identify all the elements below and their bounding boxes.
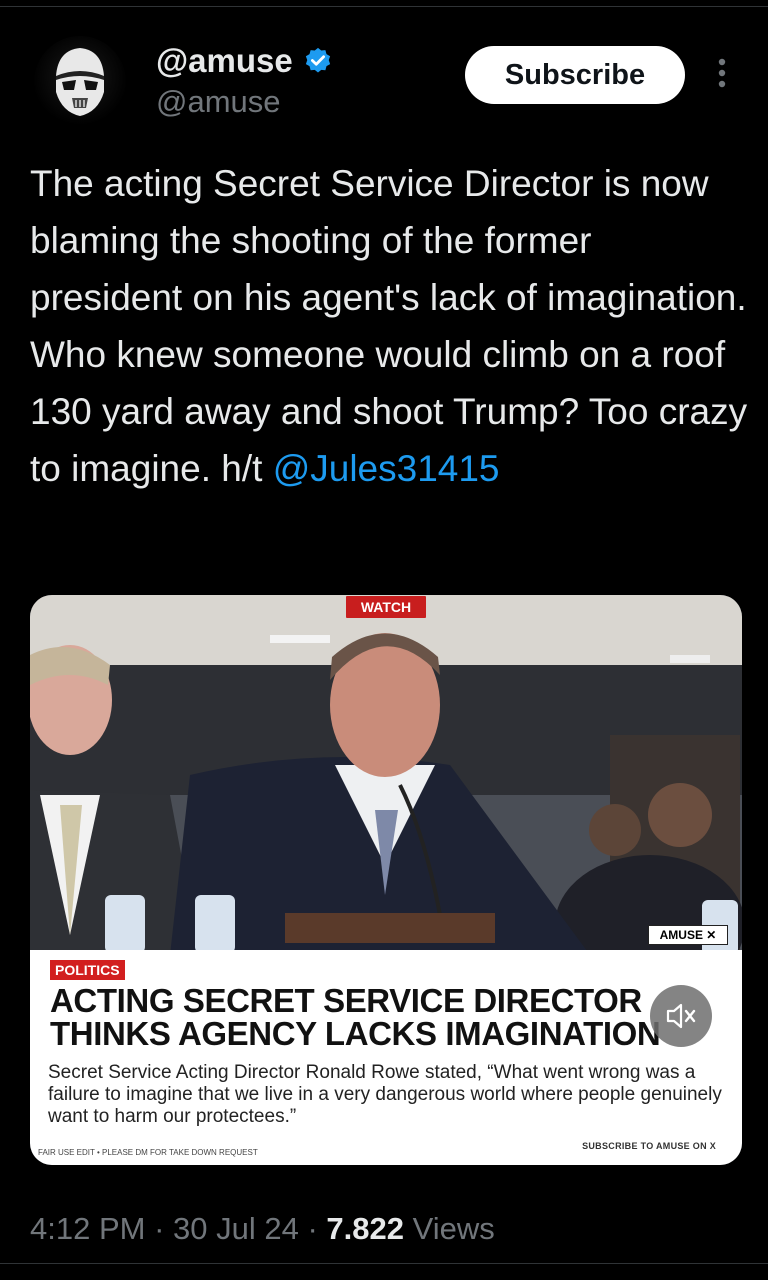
caption-panel: POLITICS ACTING SECRET SERVICE DIRECTOR …: [30, 950, 742, 1165]
top-divider: [0, 6, 768, 7]
avatar[interactable]: [34, 36, 126, 128]
fair-use-notice: FAIR USE EDIT • PLEASE DM FOR TAKE DOWN …: [38, 1148, 258, 1157]
watch-label: WATCH: [346, 596, 426, 618]
verified-badge-icon: [305, 47, 330, 73]
mention-link[interactable]: @Jules31415: [273, 448, 500, 489]
tweet-meta: 4:12 PM · 30 Jul 24 · 7.822 Views: [30, 1211, 495, 1247]
headline-line-1: ACTING SECRET SERVICE DIRECTOR: [50, 982, 642, 1019]
tweet-date[interactable]: 30 Jul 24: [173, 1211, 299, 1246]
media-body-text: Secret Service Acting Director Ronald Ro…: [48, 1062, 722, 1127]
subscribe-on-x-text: SUBSCRIBE TO AMUSE ON X: [582, 1141, 716, 1151]
author-display-name[interactable]: @amuse: [156, 42, 333, 80]
headline-line-2: THINKS AGENCY LACKS IMAGINATION: [50, 1015, 661, 1052]
stormtrooper-avatar-icon: [56, 48, 104, 116]
media-headline: ACTING SECRET SERVICE DIRECTOR THINKS AG…: [50, 984, 730, 1050]
tweet-time[interactable]: 4:12 PM: [30, 1211, 145, 1246]
meta-separator: ·: [307, 1211, 327, 1246]
bottom-divider: [0, 1263, 768, 1264]
author-handle[interactable]: @amuse: [156, 84, 281, 120]
tweet-text: The acting Secret Service Director is no…: [30, 155, 750, 497]
tweet-body: The acting Secret Service Director is no…: [30, 163, 748, 489]
x-logo-icon: ✕: [702, 928, 717, 942]
subscribe-button[interactable]: Subscribe: [465, 46, 685, 104]
amuse-badge-text: AMUSE: [659, 928, 703, 942]
views-count: 7.822: [326, 1211, 404, 1246]
category-tag: POLITICS: [50, 960, 125, 980]
mute-button[interactable]: [650, 985, 712, 1047]
author-name-text[interactable]: @amuse: [156, 42, 293, 80]
views-label: Views: [412, 1211, 495, 1246]
amuse-badge: AMUSE ✕: [648, 925, 728, 945]
more-options-icon[interactable]: [706, 56, 738, 96]
meta-separator: ·: [154, 1211, 174, 1246]
media-card[interactable]: AMUSE ✕ POLITICS ACTING SECRET SERVICE D…: [30, 595, 742, 1165]
speaker-muted-icon: [666, 1003, 696, 1029]
